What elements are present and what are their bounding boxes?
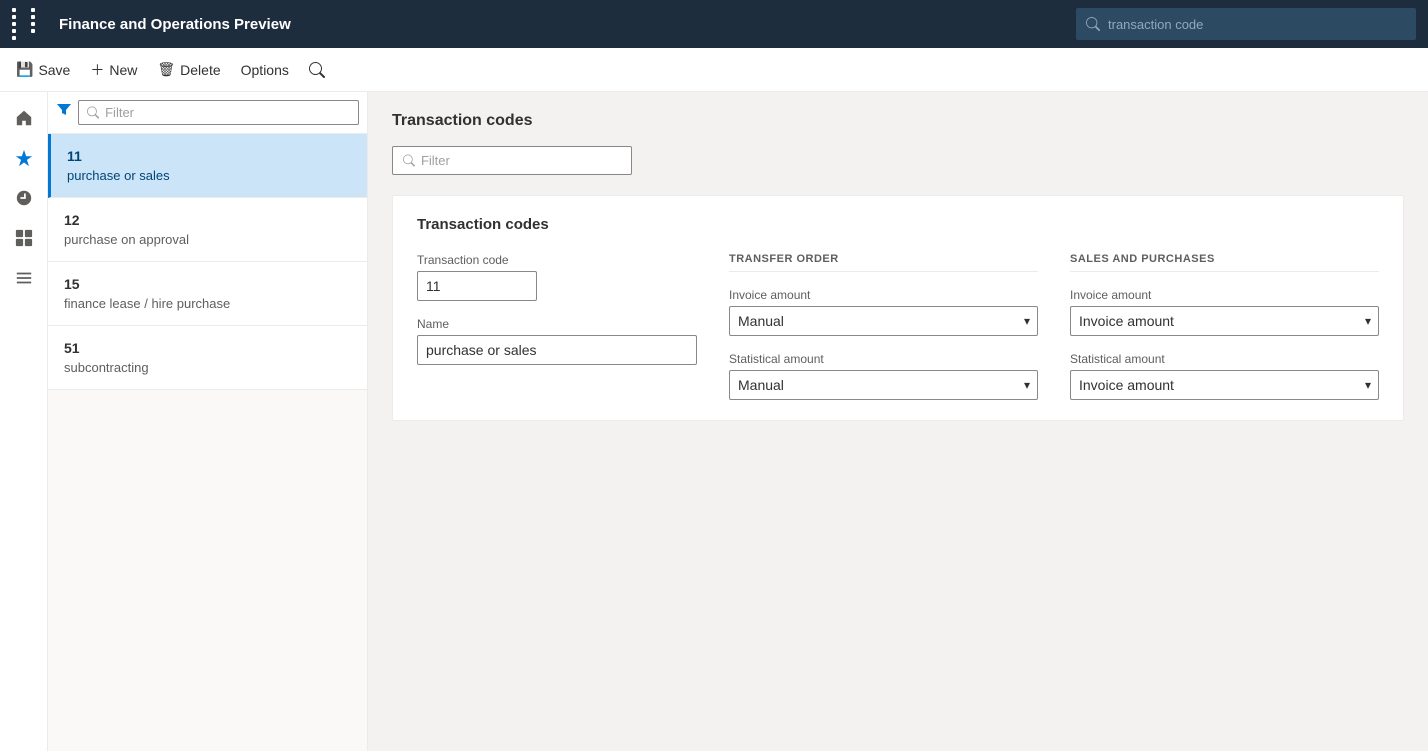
transfer-statistical-label: Statistical amount bbox=[729, 352, 1038, 366]
sales-statistical-select[interactable]: Invoice amount Manual Zero bbox=[1070, 370, 1379, 400]
recent-icon[interactable] bbox=[6, 180, 42, 216]
save-icon: 💾 bbox=[16, 61, 33, 78]
transaction-code-input[interactable] bbox=[417, 271, 537, 301]
page-title: Transaction codes bbox=[392, 112, 1404, 130]
list-item[interactable]: 51 subcontracting bbox=[48, 326, 367, 390]
form-card: Transaction codes Transaction code Name … bbox=[392, 195, 1404, 421]
top-nav-bar: Finance and Operations Preview bbox=[0, 0, 1428, 48]
transfer-invoice-select[interactable]: Manual Invoice amount Zero bbox=[729, 306, 1038, 336]
options-button[interactable]: Options bbox=[233, 56, 297, 84]
global-search-input[interactable] bbox=[1108, 17, 1406, 32]
name-input[interactable] bbox=[417, 335, 697, 365]
list-search-icon bbox=[87, 106, 99, 119]
app-grid-icon[interactable] bbox=[12, 8, 47, 40]
list-icon[interactable] bbox=[6, 260, 42, 296]
transfer-invoice-label: Invoice amount bbox=[729, 288, 1038, 302]
list-item-code: 15 bbox=[64, 276, 351, 292]
sales-statistical-select-wrapper: Invoice amount Manual Zero ▾ bbox=[1070, 370, 1379, 400]
transaction-code-label: Transaction code bbox=[417, 253, 697, 267]
sales-statistical-amount-field: Statistical amount Invoice amount Manual… bbox=[1070, 352, 1379, 400]
list-panel: 11 purchase or sales 12 purchase on appr… bbox=[48, 92, 368, 751]
filter-icon[interactable] bbox=[56, 102, 72, 123]
main-layout: 11 purchase or sales 12 purchase on appr… bbox=[0, 92, 1428, 751]
list-item[interactable]: 11 purchase or sales bbox=[48, 134, 367, 198]
list-item-name: subcontracting bbox=[64, 360, 351, 375]
list-filter-input-wrapper bbox=[78, 100, 359, 125]
list-item-name: purchase or sales bbox=[67, 168, 351, 183]
form-grid: Transaction code Name Transfer Order Inv… bbox=[417, 253, 1379, 400]
search-icon bbox=[1086, 17, 1100, 31]
new-button[interactable]: ＋ New bbox=[82, 54, 145, 86]
name-field: Name bbox=[417, 317, 697, 365]
list-item-name: finance lease / hire purchase bbox=[64, 296, 351, 311]
sales-statistical-label: Statistical amount bbox=[1070, 352, 1379, 366]
list-item[interactable]: 12 purchase on approval bbox=[48, 198, 367, 262]
name-label: Name bbox=[417, 317, 697, 331]
app-title: Finance and Operations Preview bbox=[59, 16, 1064, 33]
delete-icon: 🗑 bbox=[157, 61, 175, 78]
transfer-order-title: Transfer Order bbox=[729, 253, 1038, 272]
list-filter-input[interactable] bbox=[105, 105, 350, 120]
detail-filter-area bbox=[392, 146, 1404, 175]
icon-rail bbox=[0, 92, 48, 751]
workspaces-icon[interactable] bbox=[6, 220, 42, 256]
list-item-code: 12 bbox=[64, 212, 351, 228]
form-left: Transaction code Name bbox=[417, 253, 697, 400]
search-button[interactable] bbox=[301, 56, 333, 84]
home-icon[interactable] bbox=[6, 100, 42, 136]
transfer-invoice-select-wrapper: Manual Invoice amount Zero ▾ bbox=[729, 306, 1038, 336]
transfer-invoice-amount-field: Invoice amount Manual Invoice amount Zer… bbox=[729, 288, 1038, 336]
add-icon: ＋ bbox=[90, 60, 104, 80]
sales-purchases-section: Sales and Purchases Invoice amount Invoi… bbox=[1070, 253, 1379, 400]
delete-button[interactable]: 🗑 Delete bbox=[149, 55, 228, 84]
sales-purchases-title: Sales and Purchases bbox=[1070, 253, 1379, 272]
transfer-statistical-select-wrapper: Manual Invoice amount Zero ▾ bbox=[729, 370, 1038, 400]
transfer-statistical-select[interactable]: Manual Invoice amount Zero bbox=[729, 370, 1038, 400]
list-item[interactable]: 15 finance lease / hire purchase bbox=[48, 262, 367, 326]
global-search[interactable] bbox=[1076, 8, 1416, 40]
sales-invoice-select-wrapper: Invoice amount Manual Zero ▾ bbox=[1070, 306, 1379, 336]
sales-invoice-amount-field: Invoice amount Invoice amount Manual Zer… bbox=[1070, 288, 1379, 336]
transfer-order-section: Transfer Order Invoice amount Manual Inv… bbox=[729, 253, 1038, 400]
transaction-code-field: Transaction code bbox=[417, 253, 697, 301]
sales-invoice-label: Invoice amount bbox=[1070, 288, 1379, 302]
list-item-name: purchase on approval bbox=[64, 232, 351, 247]
favorites-icon[interactable] bbox=[6, 140, 42, 176]
detail-panel: Transaction codes Transaction codes Tran… bbox=[368, 92, 1428, 751]
detail-filter-input[interactable] bbox=[421, 153, 621, 168]
save-button[interactable]: 💾 Save bbox=[8, 55, 78, 84]
sales-invoice-select[interactable]: Invoice amount Manual Zero bbox=[1070, 306, 1379, 336]
search-icon bbox=[309, 62, 325, 78]
detail-search-icon bbox=[403, 154, 415, 167]
transfer-statistical-amount-field: Statistical amount Manual Invoice amount… bbox=[729, 352, 1038, 400]
list-item-code: 11 bbox=[67, 148, 351, 164]
list-item-code: 51 bbox=[64, 340, 351, 356]
list-scroll: 11 purchase or sales 12 purchase on appr… bbox=[48, 134, 367, 751]
form-card-title: Transaction codes bbox=[417, 216, 1379, 233]
command-bar: 💾 Save ＋ New 🗑 Delete Options bbox=[0, 48, 1428, 92]
list-filter-area bbox=[48, 92, 367, 134]
detail-filter-input-wrapper bbox=[392, 146, 632, 175]
